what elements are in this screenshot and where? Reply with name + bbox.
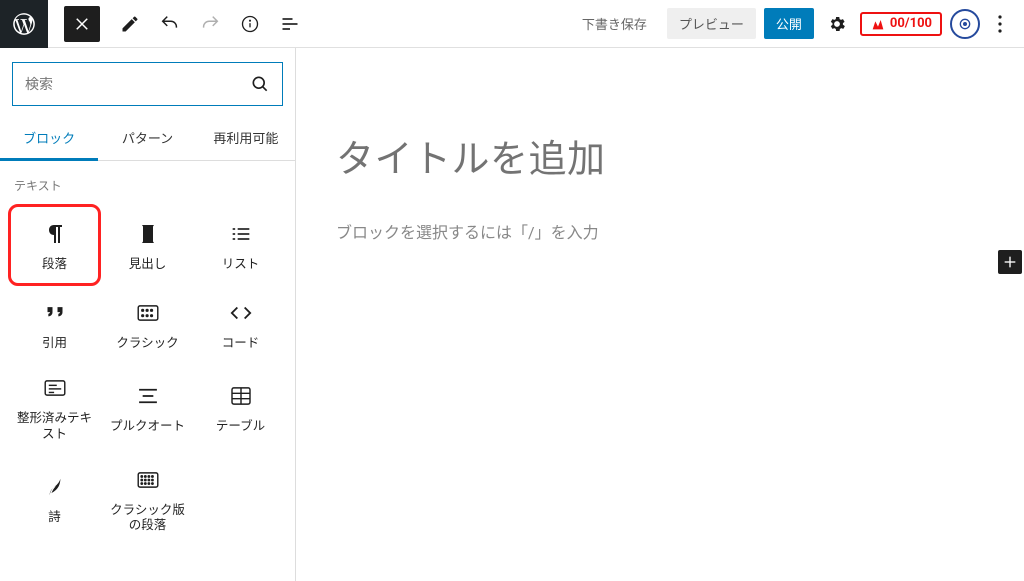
close-icon xyxy=(73,15,91,33)
close-inserter-button[interactable] xyxy=(64,6,100,42)
list-view-icon xyxy=(280,16,300,32)
block-label: 段落 xyxy=(42,257,67,273)
block-label: 引用 xyxy=(42,336,67,352)
block-label: テーブル xyxy=(216,419,265,435)
table-icon xyxy=(228,383,254,409)
info-icon xyxy=(240,14,260,34)
block-item-paragraph[interactable]: 段落 xyxy=(8,204,101,286)
undo-button[interactable] xyxy=(150,6,190,42)
undo-icon xyxy=(159,13,181,35)
block-item-preformatted[interactable]: 整形済みテキ スト xyxy=(8,361,101,452)
block-item-table[interactable]: テーブル xyxy=(194,361,287,452)
code-icon xyxy=(228,300,254,326)
accessibility-button[interactable] xyxy=(950,9,980,39)
list-icon xyxy=(228,221,254,247)
block-label: 詩 xyxy=(48,510,61,526)
block-label: クラシック xyxy=(116,336,178,352)
pencil-icon xyxy=(120,14,140,34)
block-label: プルクオート xyxy=(110,419,185,435)
wp-logo[interactable] xyxy=(0,0,48,48)
tab-patterns[interactable]: パターン xyxy=(98,116,196,160)
add-block-button[interactable] xyxy=(998,250,1022,274)
seo-score-text: 00/100 xyxy=(890,16,932,31)
tab-reusable[interactable]: 再利用可能 xyxy=(197,116,295,160)
block-item-heading[interactable]: 見出し xyxy=(101,204,194,286)
post-title-input[interactable]: タイトルを追加 xyxy=(296,48,1024,195)
block-inserter-panel: ブロック パターン 再利用可能 テキスト 段落 見出し xyxy=(0,48,296,581)
block-label: リスト xyxy=(222,257,260,273)
toolbar-left xyxy=(48,6,310,42)
search-box[interactable] xyxy=(12,62,283,106)
block-item-pullquote[interactable]: プルクオート xyxy=(101,361,194,452)
target-icon xyxy=(957,16,973,32)
seo-score-icon xyxy=(870,16,886,32)
block-item-classic-paragraph[interactable]: クラシック版 の段落 xyxy=(101,453,194,544)
publish-button[interactable]: 公開 xyxy=(764,8,814,39)
search-icon xyxy=(250,74,270,94)
preview-button[interactable]: プレビュー xyxy=(667,8,756,39)
block-label: 整形済みテキ スト xyxy=(17,411,92,442)
editor-canvas: タイトルを追加 ブロックを選択するには「/」を入力 xyxy=(296,48,1024,581)
redo-button[interactable] xyxy=(190,6,230,42)
block-grid: 段落 見出し リスト xyxy=(0,204,295,564)
save-draft-button[interactable]: 下書き保存 xyxy=(570,8,659,39)
classic-paragraph-icon xyxy=(135,467,161,493)
verse-icon xyxy=(42,474,68,500)
inserter-tabs: ブロック パターン 再利用可能 xyxy=(0,116,295,161)
kebab-icon xyxy=(998,15,1002,33)
bookmark-icon xyxy=(135,221,161,247)
block-label: コード xyxy=(222,336,260,352)
more-menu-button[interactable] xyxy=(988,6,1012,42)
quote-icon xyxy=(42,300,68,326)
wordpress-icon xyxy=(11,11,37,37)
details-button[interactable] xyxy=(230,6,270,42)
preformatted-icon xyxy=(42,375,68,401)
pullquote-icon xyxy=(135,383,161,409)
block-placeholder[interactable]: ブロックを選択するには「/」を入力 xyxy=(296,195,1024,243)
block-label: クラシック版 の段落 xyxy=(110,503,185,534)
block-item-classic[interactable]: クラシック xyxy=(101,286,194,362)
settings-button[interactable] xyxy=(822,9,852,39)
edit-mode-button[interactable] xyxy=(110,6,150,42)
search-wrap xyxy=(0,48,295,116)
search-input[interactable] xyxy=(25,76,250,92)
plus-icon xyxy=(1002,254,1018,270)
inserter-scroll[interactable]: テキスト 段落 見出し xyxy=(0,161,295,581)
block-item-code[interactable]: コード xyxy=(194,286,287,362)
seo-score-box[interactable]: 00/100 xyxy=(860,12,942,36)
toolbar-right: 下書き保存 プレビュー 公開 00/100 xyxy=(570,6,1024,42)
redo-icon xyxy=(199,13,221,35)
section-text-label: テキスト xyxy=(0,161,295,204)
block-item-quote[interactable]: 引用 xyxy=(8,286,101,362)
classic-icon xyxy=(135,300,161,326)
top-toolbar: 下書き保存 プレビュー 公開 00/100 xyxy=(0,0,1024,48)
block-item-verse[interactable]: 詩 xyxy=(8,453,101,544)
block-label: 見出し xyxy=(129,257,167,273)
tab-blocks[interactable]: ブロック xyxy=(0,116,98,160)
outline-button[interactable] xyxy=(270,6,310,42)
paragraph-icon xyxy=(42,221,68,247)
gear-icon xyxy=(827,14,847,34)
block-item-list[interactable]: リスト xyxy=(194,204,287,286)
